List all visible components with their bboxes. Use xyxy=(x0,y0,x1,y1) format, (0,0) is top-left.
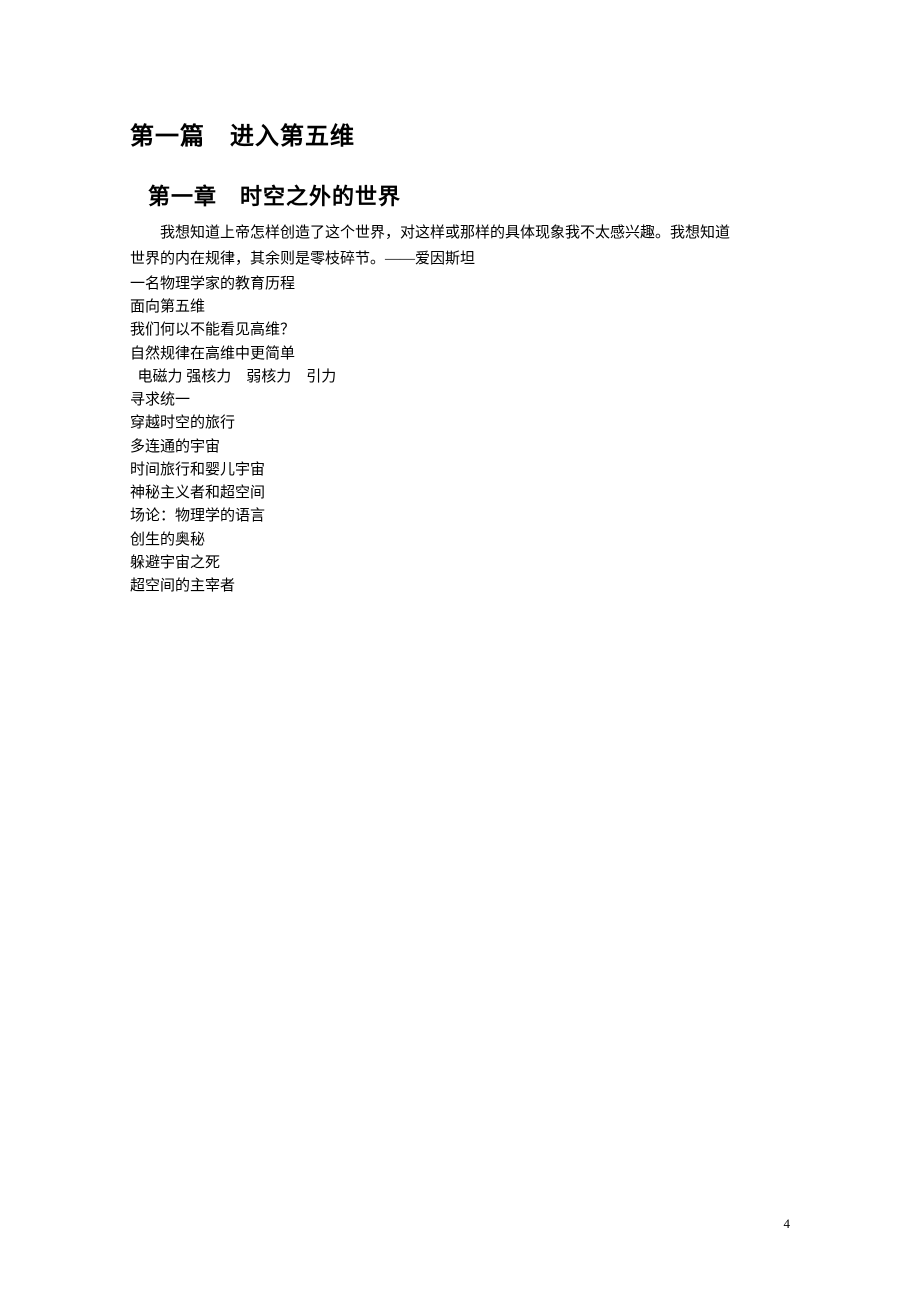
section-heading: 自然规律在高维中更简单 xyxy=(130,343,790,366)
epigraph-line: 世界的内在规律，其余则是零枝碎节。——爱因斯坦 xyxy=(130,248,790,271)
chapter-title: 第一章 时空之外的世界 xyxy=(148,182,790,213)
section-heading: 场论：物理学的语言 xyxy=(130,505,790,528)
section-heading: 穿越时空的旅行 xyxy=(130,412,790,435)
page-number: 4 xyxy=(784,1216,791,1232)
section-heading: 一名物理学家的教育历程 xyxy=(130,273,790,296)
part-title: 第一篇 进入第五维 xyxy=(130,120,790,154)
section-heading: 神秘主义者和超空间 xyxy=(130,482,790,505)
section-heading: 时间旅行和婴儿宇宙 xyxy=(130,459,790,482)
section-heading: 寻求统一 xyxy=(130,389,790,412)
section-heading: 超空间的主宰者 xyxy=(130,575,790,598)
section-heading: 躲避宇宙之死 xyxy=(130,552,790,575)
document-page: 第一篇 进入第五维 第一章 时空之外的世界 我想知道上帝怎样创造了这个世界，对这… xyxy=(0,0,920,598)
section-heading: 面向第五维 xyxy=(130,296,790,319)
section-heading: 我们何以不能看见高维？ xyxy=(130,319,790,342)
epigraph-line: 我想知道上帝怎样创造了这个世界，对这样或那样的具体现象我不太感兴趣。我想知道 xyxy=(130,222,790,245)
forces-list: 电磁力 强核力 弱核力 引力 xyxy=(130,366,790,389)
section-heading: 多连通的宇宙 xyxy=(130,436,790,459)
section-heading: 创生的奥秘 xyxy=(130,529,790,552)
